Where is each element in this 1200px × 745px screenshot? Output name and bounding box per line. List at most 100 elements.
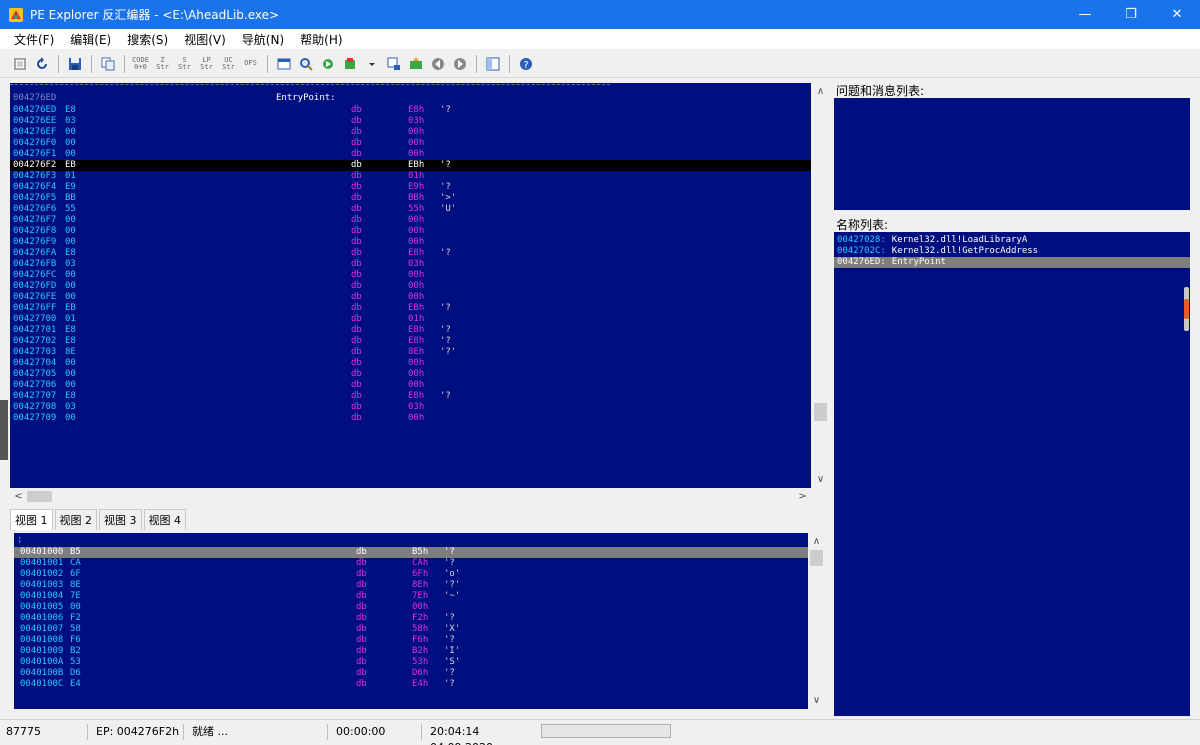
disasm-row[interactable]: 004276F9 00 db 00h	[10, 237, 811, 248]
menu-file[interactable]: 文件(F)	[14, 31, 54, 48]
row-comment: '?	[444, 558, 455, 568]
scroll-right-icon[interactable]: >	[794, 488, 811, 505]
disasm-row[interactable]: 00427700 01 db 01h	[10, 314, 811, 325]
disasm-row[interactable]: 00401007 58 db 58h 'X'	[14, 624, 808, 635]
forward-icon[interactable]	[450, 54, 469, 73]
disasm-row[interactable]: 004276F2 EB db EBh '?	[10, 160, 811, 171]
bookmark-icon[interactable]	[340, 54, 359, 73]
disasm-row[interactable]: 004276FD 00 db 00h	[10, 281, 811, 292]
scroll-up-icon[interactable]: ∧	[812, 83, 829, 100]
status-bar: 87775 EP: 004276F2h 就绪 ... 00:00:00 20:0…	[0, 719, 1200, 745]
main-horizontal-scrollbar[interactable]: < >	[10, 488, 811, 505]
tab-view-4[interactable]: 视图 4	[143, 509, 186, 530]
scroll-down-icon[interactable]: ∨	[812, 471, 829, 488]
menu-view[interactable]: 视图(V)	[184, 31, 226, 48]
disasm-row[interactable]: 00427707 E8 db E8h '?	[10, 391, 811, 402]
disasm-row[interactable]: 004276F4 E9 db E9h '?	[10, 182, 811, 193]
disasm-row[interactable]: 004276F5 BB db BBh '>'	[10, 193, 811, 204]
save-icon[interactable]	[65, 54, 84, 73]
scroll-up-icon[interactable]: ∧	[808, 533, 825, 550]
disasm-row[interactable]: 004276FC 00 db 00h	[10, 270, 811, 281]
scroll-down-icon[interactable]: ∨	[808, 692, 825, 709]
disasm-row[interactable]: 00401002 6F db 6Fh 'o'	[14, 569, 808, 580]
name-list-item[interactable]: 00427028: Kernel32.dll!LoadLibraryA	[834, 235, 1190, 246]
ucstr-icon[interactable]: UC Str	[219, 54, 238, 73]
name-list-item[interactable]: 004276ED: EntryPoint	[834, 257, 1190, 268]
scroll-thumb[interactable]	[27, 491, 52, 502]
row-byte: 00	[65, 149, 76, 159]
disasm-row[interactable]: 00401004 7E db 7Eh '~'	[14, 591, 808, 602]
offset-icon[interactable]: OFS	[241, 54, 260, 73]
disasm-row[interactable]: 00401008 F6 db F6h '?	[14, 635, 808, 646]
scroll-thumb[interactable]	[810, 550, 823, 566]
lower-disassembly-view[interactable]: ; 00401000 B5 db B5h '? 00401001 CA db CAh '? 0040…	[14, 533, 808, 709]
disasm-row[interactable]: 004276FE 00 db 00h	[10, 292, 811, 303]
disasm-row[interactable]: 004276ED E8 db E8h '?	[10, 105, 811, 116]
disasm-row[interactable]: 00427701 E8 db E8h '?	[10, 325, 811, 336]
zstr-icon[interactable]: Z Str	[153, 54, 172, 73]
scroll-left-icon[interactable]: <	[10, 488, 27, 505]
disasm-row[interactable]: 00401003 8E db 8Eh '?'	[14, 580, 808, 591]
menu-edit[interactable]: 编辑(E)	[70, 31, 111, 48]
disasm-row[interactable]: 004276F0 00 db 00h	[10, 138, 811, 149]
scroll-thumb[interactable]	[814, 403, 827, 421]
disasm-row[interactable]: 00427704 00 db 00h	[10, 358, 811, 369]
restore-button[interactable]: ❐	[1108, 0, 1154, 29]
code-icon[interactable]: CODE 0+0	[131, 54, 150, 73]
dropdown-icon[interactable]	[362, 54, 381, 73]
export-icon[interactable]	[384, 54, 403, 73]
names-list[interactable]: 00427028: Kernel32.dll!LoadLibraryA 004270…	[834, 232, 1190, 716]
disasm-row[interactable]: 0040100A 53 db 53h 'S'	[14, 657, 808, 668]
disasm-row[interactable]: 004276F3 01 db 01h	[10, 171, 811, 182]
copy-icon[interactable]	[98, 54, 117, 73]
lpstr-icon[interactable]: LP Str	[197, 54, 216, 73]
menu-navigate[interactable]: 导航(N)	[242, 31, 284, 48]
menu-help[interactable]: 帮助(H)	[300, 31, 342, 48]
disasm-row[interactable]: 00401005 00 db 00h	[14, 602, 808, 613]
messages-list[interactable]	[834, 98, 1190, 210]
layout-icon[interactable]	[483, 54, 502, 73]
goto-icon[interactable]	[318, 54, 337, 73]
disasm-row[interactable]: 00401006 F2 db F2h '?	[14, 613, 808, 624]
disasm-row[interactable]: 00401001 CA db CAh '?	[14, 558, 808, 569]
disasm-row[interactable]: 00401009 B2 db B2h 'I'	[14, 646, 808, 657]
disasm-row[interactable]: 004276F7 00 db 00h	[10, 215, 811, 226]
disasm-row[interactable]: 004276F6 55 db 55h 'U'	[10, 204, 811, 215]
help-icon[interactable]: ?	[516, 54, 535, 73]
disasm-row[interactable]: 0040100B D6 db D6h '?	[14, 668, 808, 679]
back-icon[interactable]	[428, 54, 447, 73]
menu-search[interactable]: 搜索(S)	[127, 31, 168, 48]
disasm-row[interactable]: 00427706 00 db 00h	[10, 380, 811, 391]
disasm-row[interactable]: 004276F8 00 db 00h	[10, 226, 811, 237]
window-icon[interactable]	[274, 54, 293, 73]
disasm-row[interactable]: 004276EE 03 db 03h	[10, 116, 811, 127]
sstr-icon[interactable]: S Str	[175, 54, 194, 73]
name-list-item[interactable]: 0042702C: Kernel32.dll!GetProcAddress	[834, 246, 1190, 257]
tab-view-1[interactable]: 视图 1	[10, 509, 53, 530]
tab-view-2[interactable]: 视图 2	[54, 509, 97, 530]
disasm-row[interactable]: 004276F1 00 db 00h	[10, 149, 811, 160]
disasm-row[interactable]: 00427708 03 db 03h	[10, 402, 811, 413]
import-icon[interactable]	[406, 54, 425, 73]
main-disassembly-view[interactable]: 004276ED EntryPoint: 004276ED E8 db E8h '? 00…	[10, 83, 811, 488]
disasm-row[interactable]: 00427705 00 db 00h	[10, 369, 811, 380]
disasm-row[interactable]: 00427703 8E db 8Eh '?'	[10, 347, 811, 358]
main-vertical-scrollbar[interactable]: ∧ ∨	[811, 83, 830, 488]
reload-icon[interactable]	[32, 54, 51, 73]
disasm-row[interactable]: 00427702 E8 db E8h '?	[10, 336, 811, 347]
names-scroll-thumb[interactable]	[1184, 287, 1189, 331]
search-icon[interactable]	[296, 54, 315, 73]
lower-vertical-scrollbar[interactable]: ∧ ∨	[808, 533, 825, 709]
minimize-button[interactable]: —	[1062, 0, 1108, 29]
new-icon[interactable]	[10, 54, 29, 73]
disasm-row[interactable]: 004276FA E8 db E8h '?	[10, 248, 811, 259]
row-byte: 01	[65, 314, 76, 324]
disasm-row[interactable]: 00427709 00 db 00h	[10, 413, 811, 424]
disasm-row[interactable]: 00401000 B5 db B5h '?	[14, 547, 808, 558]
tab-view-3[interactable]: 视图 3	[99, 509, 142, 530]
disasm-row[interactable]: 004276FF EB db EBh '?	[10, 303, 811, 314]
disasm-row[interactable]: 004276EF 00 db 00h	[10, 127, 811, 138]
disasm-row[interactable]: 0040100C E4 db E4h '?	[14, 679, 808, 690]
close-button[interactable]: ✕	[1154, 0, 1200, 29]
disasm-row[interactable]: 004276FB 03 db 03h	[10, 259, 811, 270]
